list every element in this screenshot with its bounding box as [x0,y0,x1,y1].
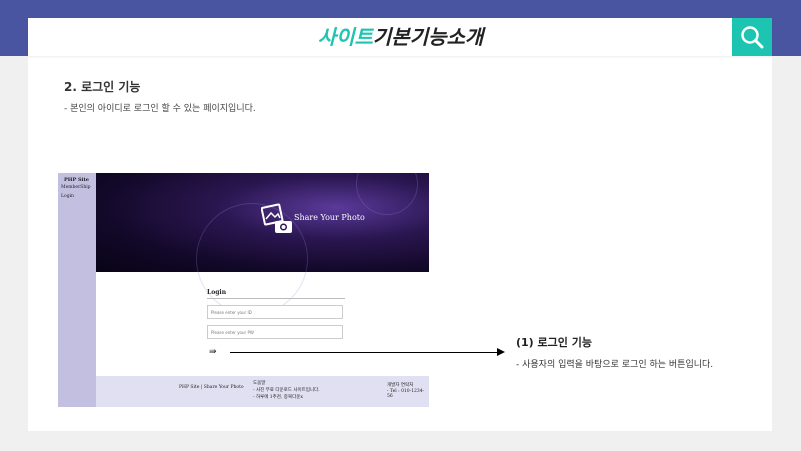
login-submit-button[interactable]: ⇛ [209,347,217,357]
footer-guide-line: - 사진 무료 다운로드 사이트입니다. [253,388,320,393]
pw-input[interactable]: Please enter your PW [207,325,343,339]
footer-guide-line: - 하루에 1추천, 중복다운x [253,395,303,400]
hero-glow-ring [356,173,418,215]
sidebar-title: PHP Site [64,177,89,183]
footer-guide-title: 도움말 [253,381,266,386]
section-description: - 본인의 아이디로 로그인 할 수 있는 페이지입니다. [64,104,256,114]
page-title-rest: 기본기능소개 [372,25,484,49]
screenshot-sidebar: PHP Site MemberShip Login [58,173,96,407]
annotation-title: (1) 로그인 기능 [516,336,592,349]
annotation-arrow-head [497,348,505,356]
page-title-accent: 사이트 [317,25,373,49]
screenshot-footer: PHP Site | Share Your Photo 도움말 - 사진 무료 … [96,376,429,407]
id-input[interactable]: Please enter your ID [207,305,343,319]
hero-text: Share Your Photo [294,213,365,222]
login-divider [207,298,345,299]
login-title: Login [207,289,227,296]
annotation-description: - 사용자의 입력을 바탕으로 로그인 하는 버튼입니다. [516,360,714,370]
footer-contact-title: 개발자 연락처 [387,383,414,388]
footer-contact-tel: - Tel : 010-1234-56 [387,389,425,399]
footer-brand: PHP Site | Share Your Photo [179,385,244,390]
photo-camera-icon [261,203,292,233]
sidebar-item-login[interactable]: Login [61,194,74,199]
sidebar-item-membership[interactable]: MemberShip [61,185,91,190]
search-icon [741,26,764,49]
hero-banner: Share Your Photo [96,173,429,315]
page-title: 사이트기본기능소개 [0,18,801,56]
section-heading: 2. 로그인 기능 [64,80,141,94]
annotation-arrow-line [230,352,498,353]
search-button[interactable] [732,18,772,56]
login-page-screenshot: PHP Site MemberShip Login Share Your Pho… [58,173,429,407]
